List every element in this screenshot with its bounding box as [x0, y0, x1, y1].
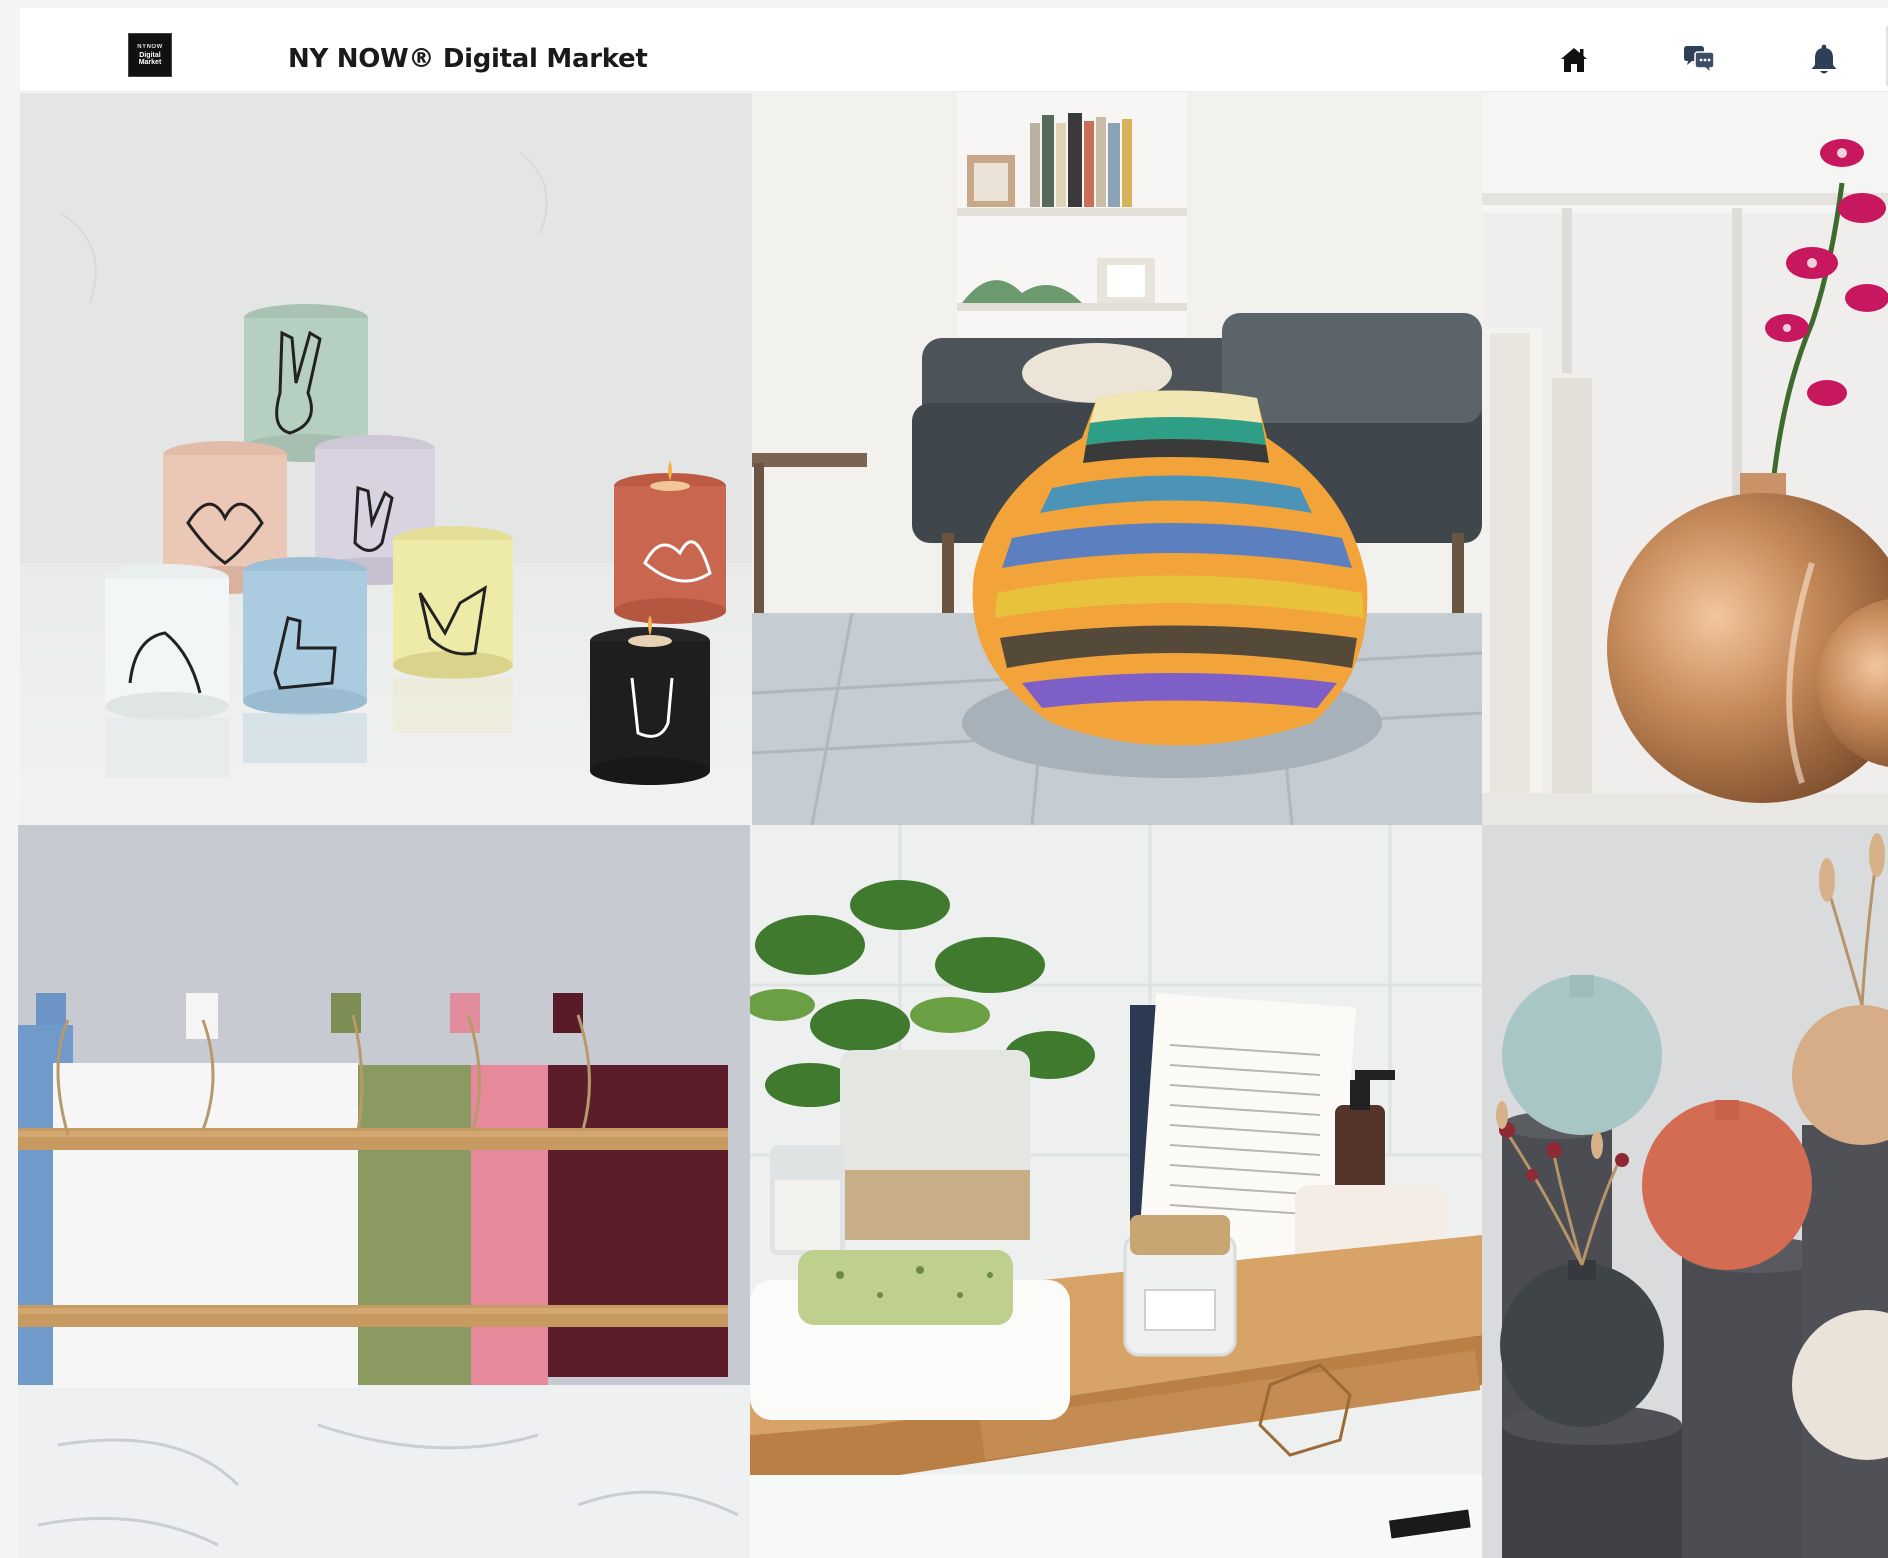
top-nav-bar: NYNOW Digital Market NY NOW® Digital Mar…: [20, 8, 1888, 92]
cutting-boards-image: [18, 825, 750, 1558]
logo-text-line-3: Market: [138, 59, 162, 66]
product-tile-ceramic-vases[interactable]: [1482, 825, 1888, 1558]
copper-vase-image: [1482, 93, 1888, 825]
basket-image: [752, 93, 1482, 825]
ceramic-vases-image: [1482, 825, 1888, 1558]
home-icon[interactable]: [1556, 42, 1592, 78]
product-tile-copper-vase[interactable]: [1482, 93, 1888, 825]
bell-icon[interactable]: [1806, 42, 1842, 78]
chat-icon[interactable]: [1681, 42, 1717, 78]
logo-text-line-1: NYNOW: [137, 44, 163, 50]
logo-text-line-2: Digital: [139, 52, 161, 59]
candles-image: [20, 93, 752, 825]
product-tile-bath-tray[interactable]: [750, 825, 1482, 1558]
bath-tray-image: [750, 825, 1482, 1558]
brand-logo[interactable]: NYNOW Digital Market: [128, 33, 172, 77]
product-tile-cutting-boards[interactable]: [18, 825, 750, 1558]
page-title: NY NOW® Digital Market: [288, 44, 648, 74]
product-tile-basket[interactable]: [752, 93, 1482, 825]
page: NYNOW Digital Market NY NOW® Digital Mar…: [0, 0, 1888, 1558]
product-tile-candles[interactable]: [20, 93, 752, 825]
